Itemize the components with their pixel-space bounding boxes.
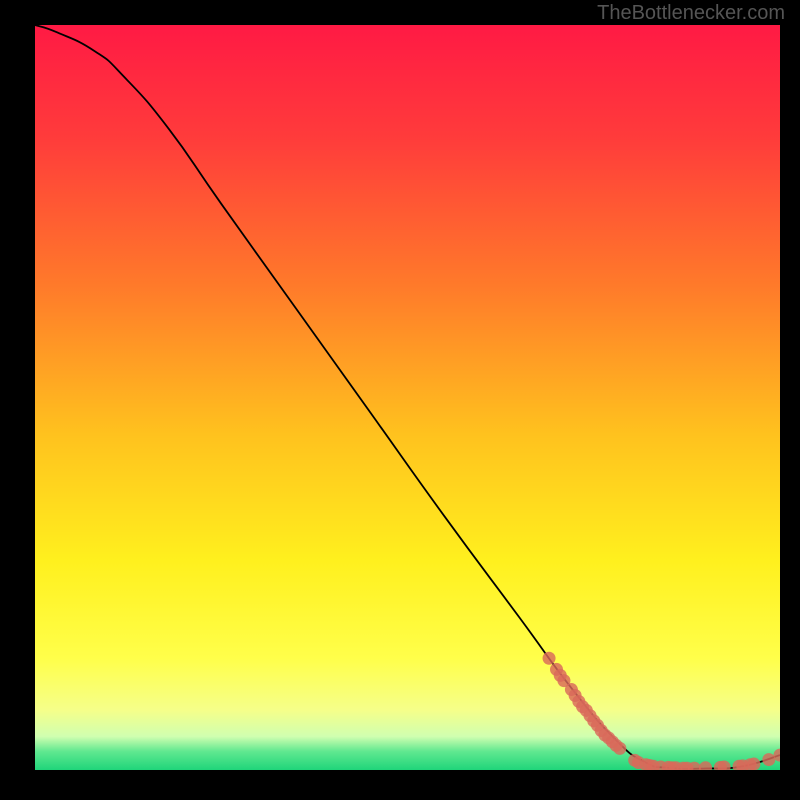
data-point — [699, 761, 712, 770]
watermark-text: TheBottlenecker.com — [597, 2, 785, 25]
data-point — [747, 758, 760, 770]
data-points-layer — [35, 25, 780, 770]
chart-area — [35, 25, 780, 770]
data-point — [762, 753, 775, 766]
data-point — [543, 652, 556, 665]
data-point — [613, 742, 626, 755]
